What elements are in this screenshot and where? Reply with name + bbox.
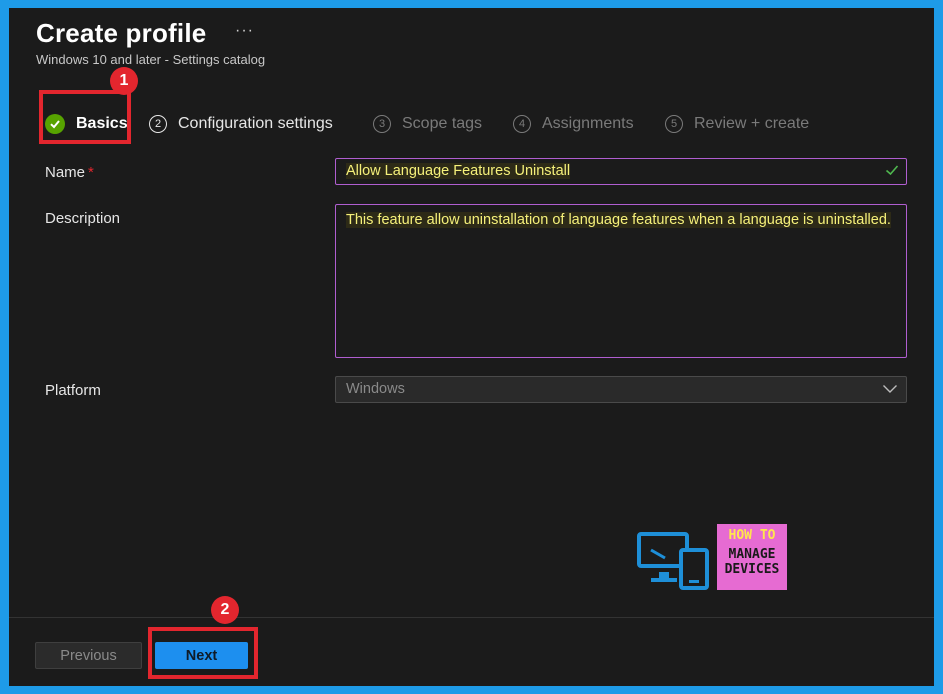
tab-review-create-label: Review + create (694, 115, 810, 132)
tab-assignments-label: Assignments (542, 115, 634, 132)
required-asterisk: * (88, 164, 94, 181)
name-label: Name * (45, 164, 94, 181)
howtomanagedevices-logo: HOW TO MANAGE DEVICES (637, 524, 789, 597)
tab-configuration-settings[interactable]: 2 Configuration settings (149, 112, 333, 136)
annotation-badge-1: 1 (110, 67, 138, 95)
valid-check-icon (884, 162, 900, 182)
more-options-button[interactable]: ··· (235, 22, 254, 40)
platform-select[interactable]: Windows (335, 376, 907, 403)
step-number: 3 (373, 115, 391, 133)
platform-label: Platform (45, 382, 101, 399)
tab-scope-tags-label: Scope tags (402, 115, 483, 132)
tab-configuration-settings-label: Configuration settings (178, 115, 333, 132)
step-number: 4 (513, 115, 531, 133)
logo-text: HOW TO MANAGE DEVICES (717, 528, 787, 577)
name-label-text: Name (45, 164, 86, 181)
step-number: 2 (149, 115, 167, 133)
description-value: This feature allow uninstallation of lan… (346, 212, 891, 228)
page-title: Create profile (36, 18, 207, 48)
logo-line-3: DEVICES (724, 562, 780, 577)
platform-value: Windows (346, 381, 405, 397)
annotation-badge-2: 2 (211, 596, 239, 624)
annotation-box-basics (39, 90, 131, 144)
description-textarea[interactable]: This feature allow uninstallation of lan… (335, 204, 907, 358)
chevron-down-icon (882, 382, 898, 400)
annotation-box-next (148, 627, 258, 679)
description-label: Description (45, 210, 121, 227)
footer-divider (9, 617, 934, 618)
previous-button[interactable]: Previous (35, 642, 142, 669)
logo-line-2: MANAGE (728, 547, 776, 562)
name-input-value: Allow Language Features Uninstall (346, 163, 571, 179)
tab-assignments[interactable]: 4 Assignments (513, 112, 634, 136)
tab-scope-tags[interactable]: 3 Scope tags (373, 112, 482, 136)
logo-line-1: HOW TO (728, 528, 776, 543)
create-profile-pane: Create profile ··· Windows 10 and later … (9, 8, 934, 686)
name-input[interactable]: Allow Language Features Uninstall (335, 158, 907, 185)
tab-review-create[interactable]: 5 Review + create (665, 112, 809, 136)
step-number: 5 (665, 115, 683, 133)
page-subtitle: Windows 10 and later - Settings catalog (36, 52, 266, 67)
